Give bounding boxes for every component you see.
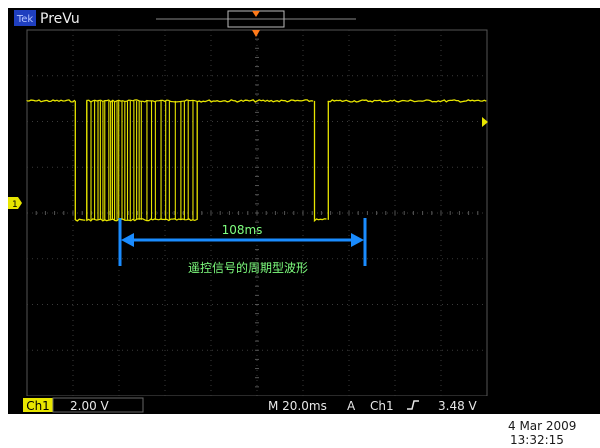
mode-badge-label: Tek xyxy=(16,14,34,25)
trigger-mode-label: A xyxy=(347,399,356,413)
timestamp-date: 4 Mar 2009 xyxy=(508,419,576,433)
acquisition-status[interactable]: PreVu xyxy=(40,11,80,27)
channel-badge-label: Ch1 xyxy=(26,399,50,413)
volts-per-div[interactable]: 2.00 V xyxy=(70,399,110,413)
oscilloscope-screen: Tek PreVu 1 108ms 遥控信号的周期型波形 Ch1 2.00 V … xyxy=(8,8,600,447)
timestamp-time: 13:32:15 xyxy=(510,433,564,447)
svg-text:1: 1 xyxy=(12,200,18,210)
timebase-readout[interactable]: M 20.0ms xyxy=(268,399,327,413)
trigger-source[interactable]: Ch1 xyxy=(370,399,394,413)
waveform-area xyxy=(8,30,600,396)
trigger-level-readout[interactable]: 3.48 V xyxy=(438,399,478,413)
measurement-label: 108ms xyxy=(222,223,263,237)
waveform-caption: 遥控信号的周期型波形 xyxy=(188,260,308,275)
